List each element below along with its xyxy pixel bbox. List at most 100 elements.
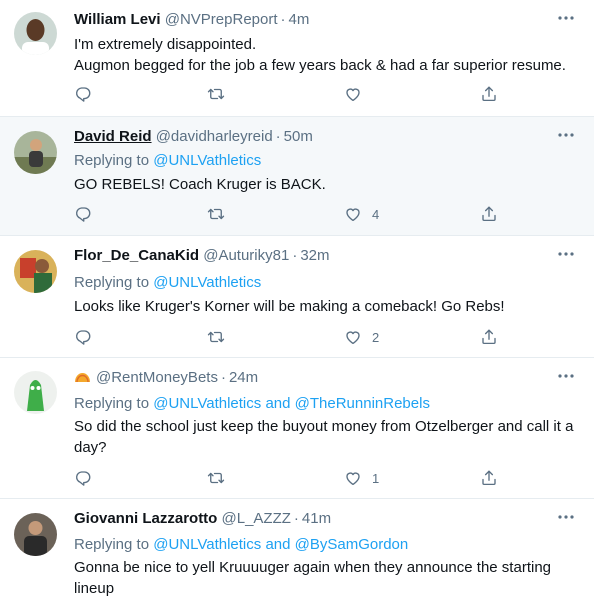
like-button[interactable]: 2 [344,327,379,347]
tweet-text-line: Gonna be nice to yell Kruuuuger again wh… [74,559,551,576]
retweet-button[interactable] [207,468,225,488]
reply-icon [74,85,92,103]
timestamp[interactable]: 32m [300,247,329,264]
replying-to: Replying to @UNLVathletics [74,273,261,293]
tweet-text: GO REBELS! Coach Kruger is BACK. [74,174,579,195]
tweet-text-line: day? [74,439,107,456]
separator-dot: · [293,510,299,527]
author-handle[interactable]: @L_AZZZ [222,510,291,527]
retweet-icon [207,328,225,346]
author-name[interactable]: William Levi [74,11,161,28]
share-button[interactable] [480,204,498,224]
reply-button[interactable] [74,84,92,104]
mention-link[interactable]: @TheRunninRebels [295,395,430,412]
more-icon[interactable] [556,509,576,525]
tweet[interactable]: William Levi @NVPrepReport · 4m I'm extrem… [0,0,594,117]
like-button[interactable]: 1 [344,468,379,488]
mention-link[interactable]: @BySamGordon [295,536,409,553]
avatar[interactable] [14,131,57,174]
retweet-icon [207,469,225,487]
author-handle[interactable]: @Auturiky81 [203,247,289,264]
retweet-icon [207,205,225,223]
separator-dot: · [220,369,226,386]
like-count: 2 [372,329,380,345]
replying-to: Replying to @UNLVathletics and @TheRunni… [74,394,430,414]
author-name[interactable]: Flor_De_CanaKid [74,247,199,264]
author-name[interactable]: David Reid [74,128,152,145]
like-count: 4 [372,206,380,222]
tweet[interactable]: Giovanni Lazzarotto @L_AZZZ · 41m Replying… [0,499,594,605]
share-button[interactable] [480,468,498,488]
share-icon [480,205,498,223]
timestamp[interactable]: 24m [229,369,258,386]
separator-dot: · [275,128,281,145]
like-button[interactable]: 4 [344,204,379,224]
more-icon[interactable] [556,10,576,26]
author-handle[interactable]: @NVPrepReport [165,11,278,28]
share-button[interactable] [480,327,498,347]
reply-button[interactable] [74,468,92,488]
share-button[interactable] [480,84,498,104]
reply-button[interactable] [74,204,92,224]
replying-label: Replying to [74,274,150,291]
retweet-button[interactable] [207,84,225,104]
timestamp[interactable]: 50m [284,128,313,145]
mention-link[interactable]: @UNLVathletics [153,274,261,291]
like-button[interactable] [344,84,372,104]
tweet-text-line: Looks like Kruger's Korner will be makin… [74,298,505,315]
tweet-header: William Levi @NVPrepReport · 4m [74,11,309,29]
replying-label: Replying to [74,536,150,553]
more-icon[interactable] [556,368,576,384]
timestamp[interactable]: 41m [302,510,331,527]
tweet-actions [74,84,504,104]
retweet-icon [207,85,225,103]
tweet-text-line: I'm extremely disappointed. [74,36,257,53]
tweet[interactable]: Flor_De_CanaKid @Auturiky81 · 32m Replying… [0,236,594,358]
timestamp[interactable]: 4m [289,11,310,28]
avatar[interactable] [14,12,57,55]
replying-to: Replying to @UNLVathletics [74,151,261,171]
tweet-text-line: lineup [74,580,115,597]
avatar[interactable] [14,250,57,293]
mention-link[interactable]: @UNLVathletics [153,395,261,412]
like-icon [344,85,362,103]
replying-and[interactable]: and [265,536,290,553]
share-icon [480,328,498,346]
replying-and[interactable]: and [265,395,290,412]
mention-link[interactable]: @UNLVathletics [153,152,261,169]
replying-label: Replying to [74,152,150,169]
tweet-header: Flor_De_CanaKid @Auturiky81 · 32m [74,247,330,265]
tweet-header: David Reid @davidharleyreid · 50m [74,128,313,146]
reply-icon [74,205,92,223]
separator-dot: · [280,11,286,28]
like-icon [344,469,362,487]
mention-link[interactable]: @UNLVathletics [153,536,261,553]
retweet-button[interactable] [207,327,225,347]
author-handle[interactable]: @RentMoneyBets [96,369,218,386]
reply-icon [74,469,92,487]
like-icon [344,328,362,346]
tweet-text: Gonna be nice to yell Kruuuuger again wh… [74,557,579,599]
avatar[interactable] [14,513,57,556]
replying-to: Replying to @UNLVathletics and @BySamGor… [74,535,408,555]
author-handle[interactable]: @davidharleyreid [156,128,273,145]
tweet-header: @RentMoneyBets · 24m [74,369,258,387]
separator-dot: · [292,247,298,264]
author-name[interactable]: Giovanni Lazzarotto [74,510,217,527]
tweet-header: Giovanni Lazzarotto @L_AZZZ · 41m [74,510,331,528]
tweet-actions: 4 [74,204,504,224]
tweet[interactable]: David Reid @davidharleyreid · 50m Replying… [0,117,594,236]
tweet-text: So did the school just keep the buyout m… [74,416,579,458]
like-icon [344,205,362,223]
tweet-actions: 2 [74,327,504,347]
more-icon[interactable] [556,127,576,143]
retweet-button[interactable] [207,204,225,224]
tweet-text-line: Augmon begged for the job a few years ba… [74,57,566,74]
share-icon [480,469,498,487]
avatar[interactable] [14,371,57,414]
tweet[interactable]: @RentMoneyBets · 24m Replying to @UNLVathl… [0,358,594,499]
reply-button[interactable] [74,327,92,347]
tweet-text-line: So did the school just keep the buyout m… [74,418,574,435]
more-icon[interactable] [556,246,576,262]
replying-label: Replying to [74,395,150,412]
